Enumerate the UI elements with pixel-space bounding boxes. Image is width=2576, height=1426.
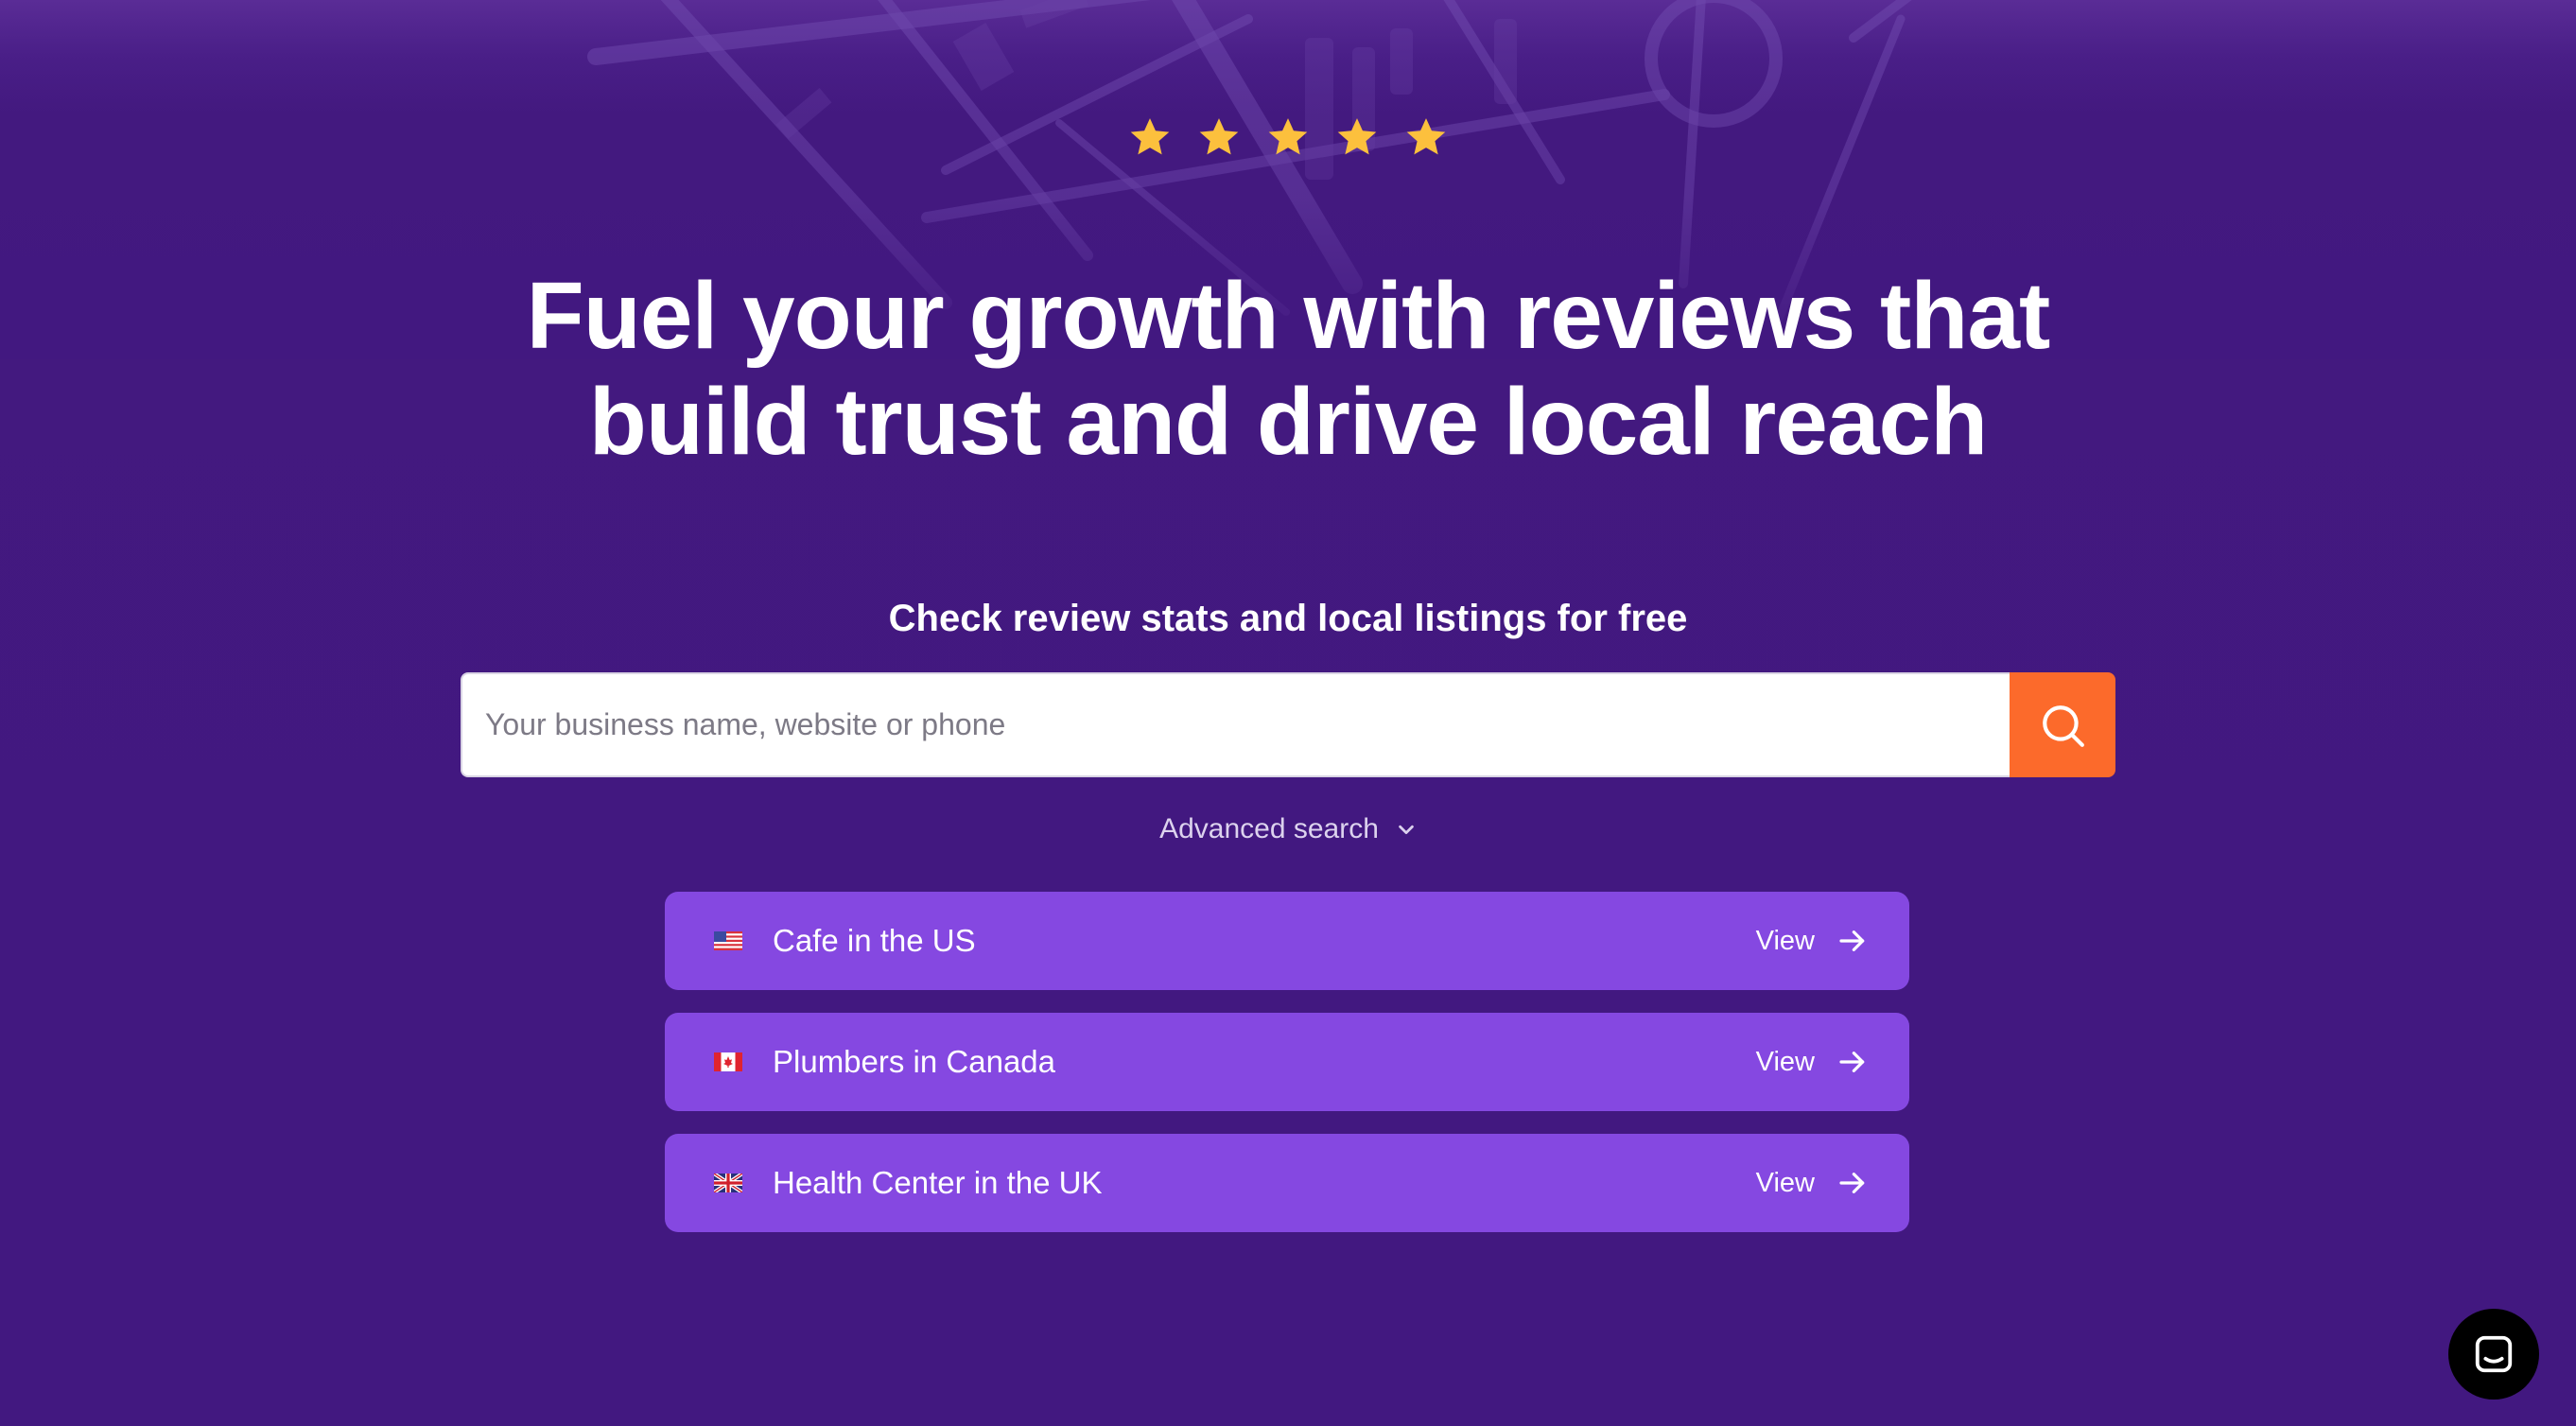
page: Fuel your growth with reviews that build… xyxy=(0,0,2576,1426)
example-plumbers-canada[interactable]: Plumbers in Canada View xyxy=(665,1013,1909,1111)
view-link[interactable]: View xyxy=(1756,1168,1815,1199)
view-link[interactable]: View xyxy=(1756,1047,1815,1078)
star-icon xyxy=(1199,118,1239,155)
star-icon xyxy=(1130,118,1170,155)
star-icon xyxy=(1268,118,1308,155)
star-icon xyxy=(1337,118,1377,155)
advanced-search-toggle[interactable]: Advanced search xyxy=(0,813,2576,845)
advanced-search-label: Advanced search xyxy=(1159,813,1379,844)
business-search-input[interactable] xyxy=(461,672,2010,777)
arrow-right-icon xyxy=(1839,1052,1865,1072)
hero-subheading: Check review stats and local listings fo… xyxy=(888,598,1688,639)
arrow-right-icon xyxy=(1839,930,1865,951)
chat-icon xyxy=(2475,1335,2513,1373)
example-cafe-us[interactable]: Cafe in the US View xyxy=(665,892,1909,990)
uk-flag-icon xyxy=(714,1174,742,1192)
search-button[interactable] xyxy=(2010,672,2115,777)
us-flag-icon xyxy=(714,931,742,950)
search-icon xyxy=(2043,704,2084,747)
headline-line-1: Fuel your growth with reviews that xyxy=(526,263,2051,369)
example-label: Health Center in the UK xyxy=(773,1165,1103,1200)
example-label: Plumbers in Canada xyxy=(773,1044,1055,1079)
chevron-down-icon xyxy=(1399,825,1414,835)
arrow-right-icon xyxy=(1839,1173,1865,1193)
chat-launcher-button[interactable] xyxy=(2448,1309,2539,1400)
example-label: Cafe in the US xyxy=(773,923,976,958)
view-link[interactable]: View xyxy=(1756,926,1815,957)
example-health-center-uk[interactable]: Health Center in the UK View xyxy=(665,1134,1909,1232)
headline-line-2: build trust and drive local reach xyxy=(588,369,1988,475)
star-icon xyxy=(1406,118,1446,155)
example-searches: Cafe in the US View Plumbers in Canada V… xyxy=(665,892,1909,1255)
hero-headline: Fuel your growth with reviews that build… xyxy=(0,263,2576,475)
ca-flag-icon xyxy=(714,1052,742,1071)
search-bar xyxy=(461,672,2115,777)
rating-stars xyxy=(0,115,2576,159)
